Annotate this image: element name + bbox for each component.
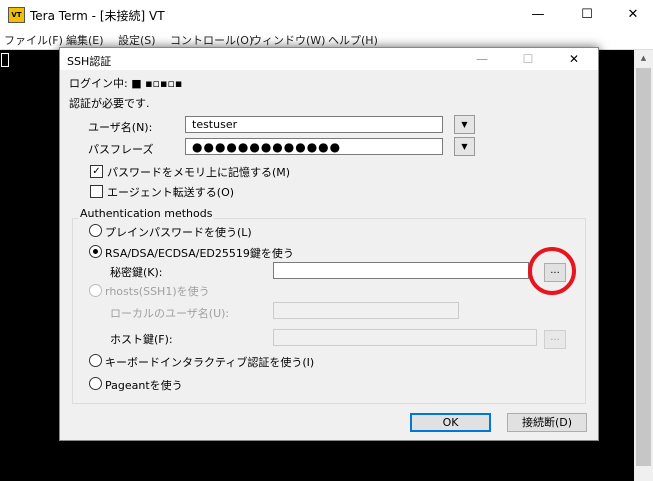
passphrase-value: ●●●●●●●●●●●●● (192, 140, 342, 154)
rsa-key-radio[interactable] (89, 245, 102, 258)
username-label: ユーザ名(N): (88, 121, 153, 134)
dialog-title: SSH認証 (67, 55, 112, 68)
username-value: testuser (192, 118, 238, 131)
close-button[interactable]: ✕ (610, 0, 653, 30)
radio-selected-dot-icon (93, 249, 98, 254)
terminal-cursor (1, 53, 9, 67)
login-status-text: ログイン中: ■ ▪▫▪▫▪ (69, 77, 183, 90)
passphrase-input[interactable]: ●●●●●●●●●●●●● (185, 138, 443, 155)
auth-methods-label: Authentication methods (78, 207, 215, 220)
plain-password-label[interactable]: プレインパスワードを使う(L) (105, 224, 252, 240)
host-key-label: ホスト鍵(F): (110, 333, 173, 346)
host-key-input[interactable] (273, 329, 537, 346)
ok-button[interactable]: OK (410, 413, 491, 432)
disconnect-button[interactable]: 接続断(D) (507, 413, 587, 432)
window-titlebar: VT Tera Term - [未接続] VT — ☐ ✕ (0, 0, 653, 30)
remember-password-label[interactable]: パスワードをメモリ上に記憶する(M) (107, 164, 290, 180)
dialog-minimize-button[interactable]: — (459, 48, 505, 70)
menu-file[interactable]: ファイル(F) (4, 32, 63, 48)
minimize-button[interactable]: — (515, 0, 561, 30)
tera-term-app-icon: VT (8, 7, 25, 23)
pageant-label[interactable]: Pageantを使う (105, 377, 183, 393)
passphrase-label: パスフレーズ (88, 143, 154, 156)
rsa-key-label[interactable]: RSA/DSA/ECDSA/ED25519鍵を使う (105, 245, 294, 261)
dialog-titlebar: SSH認証 — ☐ ✕ (60, 48, 598, 70)
maximize-button[interactable]: ☐ (564, 0, 610, 30)
local-username-input[interactable] (273, 302, 459, 319)
rhosts-label[interactable]: rhosts(SSH1)を使う (105, 283, 210, 299)
menu-window[interactable]: ウィンドウ(W) (251, 32, 325, 48)
red-highlight-circle (528, 247, 576, 295)
keyboard-interactive-label[interactable]: キーボードインタラクティブ認証を使う(I) (105, 354, 314, 370)
passphrase-dropdown-icon[interactable]: ▼ (454, 137, 475, 156)
window-title: Tera Term - [未接続] VT (30, 9, 165, 23)
ssh-auth-dialog: SSH認証 — ☐ ✕ ログイン中: ■ ▪▫▪▫▪ 認証が必要です. ユーザ名… (59, 47, 599, 441)
scrollbar-thumb[interactable] (636, 68, 651, 466)
agent-forward-label[interactable]: エージェント転送する(O) (107, 184, 234, 200)
plain-password-radio[interactable] (89, 224, 102, 237)
dialog-close-button[interactable]: ✕ (551, 48, 597, 70)
menu-control[interactable]: コントロール(O) (170, 32, 253, 48)
rhosts-radio[interactable] (89, 284, 102, 297)
menu-help[interactable]: ヘルプ(H) (328, 32, 378, 48)
scroll-up-arrow-icon[interactable]: ▲ (634, 50, 653, 66)
pageant-radio[interactable] (89, 377, 102, 390)
private-key-input[interactable] (273, 262, 529, 279)
menu-edit[interactable]: 編集(E) (66, 32, 104, 48)
agent-forward-checkbox[interactable] (90, 185, 103, 198)
remember-password-checkbox[interactable]: ✓ (90, 165, 103, 178)
dialog-maximize-button[interactable]: ☐ (505, 48, 551, 70)
username-dropdown-icon[interactable]: ▼ (454, 115, 475, 134)
auth-required-text: 認証が必要です. (69, 97, 150, 110)
keyboard-interactive-radio[interactable] (89, 354, 102, 367)
host-key-browse-button[interactable]: ... (544, 330, 566, 349)
username-input[interactable]: testuser (185, 116, 443, 133)
menu-settings[interactable]: 設定(S) (118, 32, 156, 48)
local-username-label: ローカルのユーザ名(U): (110, 307, 230, 320)
private-key-label: 秘密鍵(K): (110, 266, 163, 279)
